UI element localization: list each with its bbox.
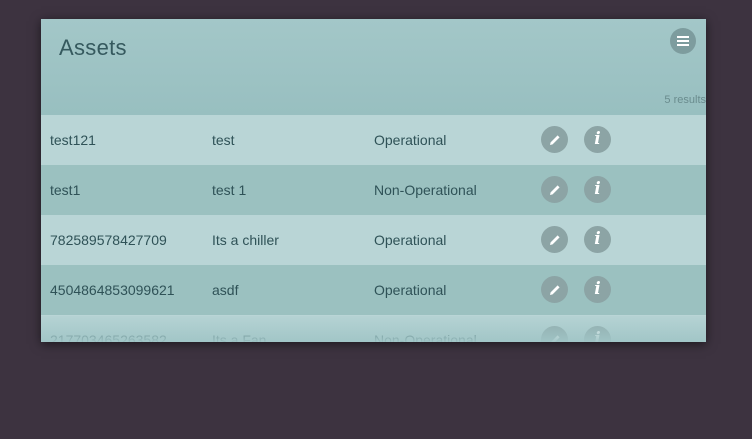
info-button[interactable]: i [584, 226, 611, 253]
pencil-icon [549, 284, 560, 295]
asset-status: Operational [374, 232, 447, 248]
info-icon: i [594, 329, 601, 343]
asset-description: Its a chiller [212, 232, 279, 248]
edit-button[interactable] [541, 276, 568, 303]
table-row[interactable]: test1 test 1 Non-Operational i [41, 165, 706, 215]
asset-id: test1 [50, 182, 81, 198]
edit-button[interactable] [541, 176, 568, 203]
info-button[interactable]: i [584, 176, 611, 203]
asset-description: test [212, 132, 235, 148]
info-icon: i [594, 229, 601, 249]
table-row[interactable]: test121 test Operational i [41, 115, 706, 165]
asset-list: test121 test Operational i test1 test 1 … [41, 115, 706, 342]
asset-status: Non-Operational [374, 182, 477, 198]
info-icon: i [594, 179, 601, 199]
edit-button[interactable] [541, 126, 568, 153]
info-button[interactable]: i [584, 276, 611, 303]
menu-button[interactable] [670, 28, 696, 54]
asset-description: asdf [212, 282, 239, 298]
table-row[interactable]: 782589578427709 Its a chiller Operationa… [41, 215, 706, 265]
asset-status: Operational [374, 132, 447, 148]
pencil-icon [549, 134, 560, 145]
info-icon: i [594, 279, 601, 299]
asset-id: 4504864853099621 [50, 282, 175, 298]
table-row[interactable]: 217703465263582 Its a Fan Non-Operationa… [41, 315, 706, 342]
info-button[interactable]: i [584, 326, 611, 342]
asset-id: test121 [50, 132, 96, 148]
info-button[interactable]: i [584, 126, 611, 153]
edit-button[interactable] [541, 226, 568, 253]
asset-id: 217703465263582 [50, 332, 167, 342]
page-title: Assets [59, 35, 127, 60]
asset-description: Its a Fan [212, 332, 267, 342]
asset-description: test 1 [212, 182, 247, 198]
results-count: 5 results [664, 94, 706, 106]
edit-button[interactable] [541, 326, 568, 342]
info-icon: i [594, 129, 601, 149]
assets-panel: Assets 5 results test121 test Operationa… [41, 19, 706, 342]
asset-status: Operational [374, 282, 447, 298]
panel-header: Assets 5 results [41, 19, 706, 115]
pencil-icon [550, 334, 560, 342]
asset-id: 782589578427709 [50, 232, 167, 248]
hamburger-menu-icon [677, 36, 689, 46]
pencil-icon [549, 234, 560, 245]
table-row[interactable]: 4504864853099621 asdf Operational i [41, 265, 706, 315]
asset-status: Non-Operational [374, 332, 477, 342]
pencil-icon [549, 184, 560, 195]
